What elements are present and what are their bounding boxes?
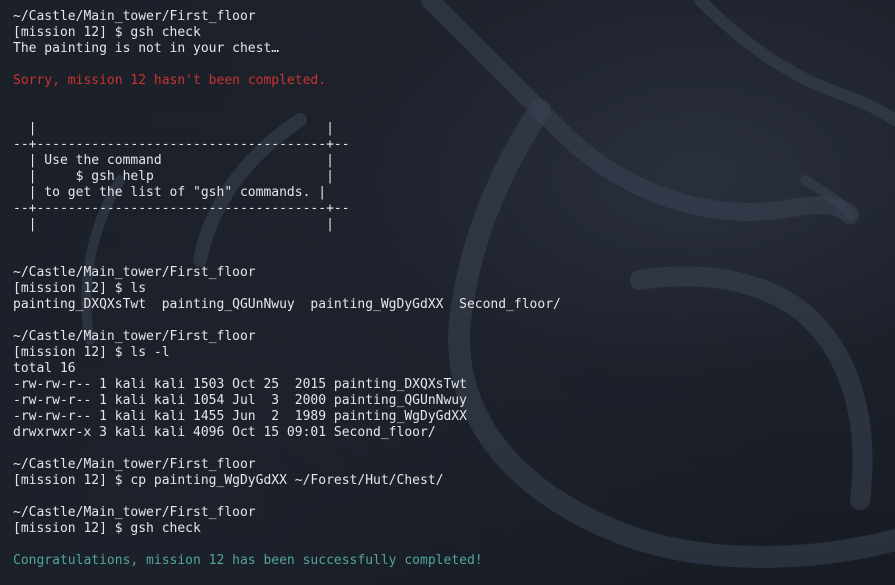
cwd-path-line: ~/Castle/Main_tower/First_floor — [13, 505, 256, 520]
help-box-line: --+-------------------------------------… — [13, 137, 350, 152]
command-output-line: -rw-rw-r-- 1 kali kali 1054 Jul 3 2000 p… — [13, 393, 467, 408]
help-box-line: | Use the command | — [13, 153, 334, 168]
error-message-line: Sorry, mission 12 hasn't been completed. — [13, 73, 327, 88]
terminal-output[interactable]: ~/Castle/Main_tower/First_floor [mission … — [13, 9, 883, 569]
command-prompt-line: [mission 12] $ ls -l — [13, 345, 170, 360]
command-prompt-line: [mission 12] $ gsh check — [13, 521, 201, 536]
help-box-line: | | — [13, 121, 334, 136]
command-output-line: total 16 — [13, 361, 76, 376]
command-prompt-line: [mission 12] $ ls — [13, 281, 147, 296]
cwd-path-line: ~/Castle/Main_tower/First_floor — [13, 265, 256, 280]
command-prompt-line: [mission 12] $ gsh check — [13, 25, 201, 40]
command-output-line: drwxrwxr-x 3 kali kali 4096 Oct 15 09:01… — [13, 425, 436, 440]
command-prompt-line: [mission 12] $ cp painting_WgDyGdXX ~/Fo… — [13, 473, 444, 488]
command-output-line: The painting is not in your chest… — [13, 41, 280, 56]
help-box-line: | to get the list of "gsh" commands. | — [13, 185, 327, 200]
command-output-line: -rw-rw-r-- 1 kali kali 1503 Oct 25 2015 … — [13, 377, 467, 392]
command-output-line: -rw-rw-r-- 1 kali kali 1455 Jun 2 1989 p… — [13, 409, 467, 424]
cwd-path-line: ~/Castle/Main_tower/First_floor — [13, 9, 256, 24]
success-message-line: Congratulations, mission 12 has been suc… — [13, 553, 483, 568]
help-box-line: | $ gsh help | — [13, 169, 334, 184]
cwd-path-line: ~/Castle/Main_tower/First_floor — [13, 329, 256, 344]
help-box-line: --+-------------------------------------… — [13, 201, 350, 216]
cwd-path-line: ~/Castle/Main_tower/First_floor — [13, 457, 256, 472]
help-box-line: | | — [13, 217, 334, 232]
command-output-line: painting_DXQXsTwt painting_QGUnNwuy pain… — [13, 297, 561, 312]
